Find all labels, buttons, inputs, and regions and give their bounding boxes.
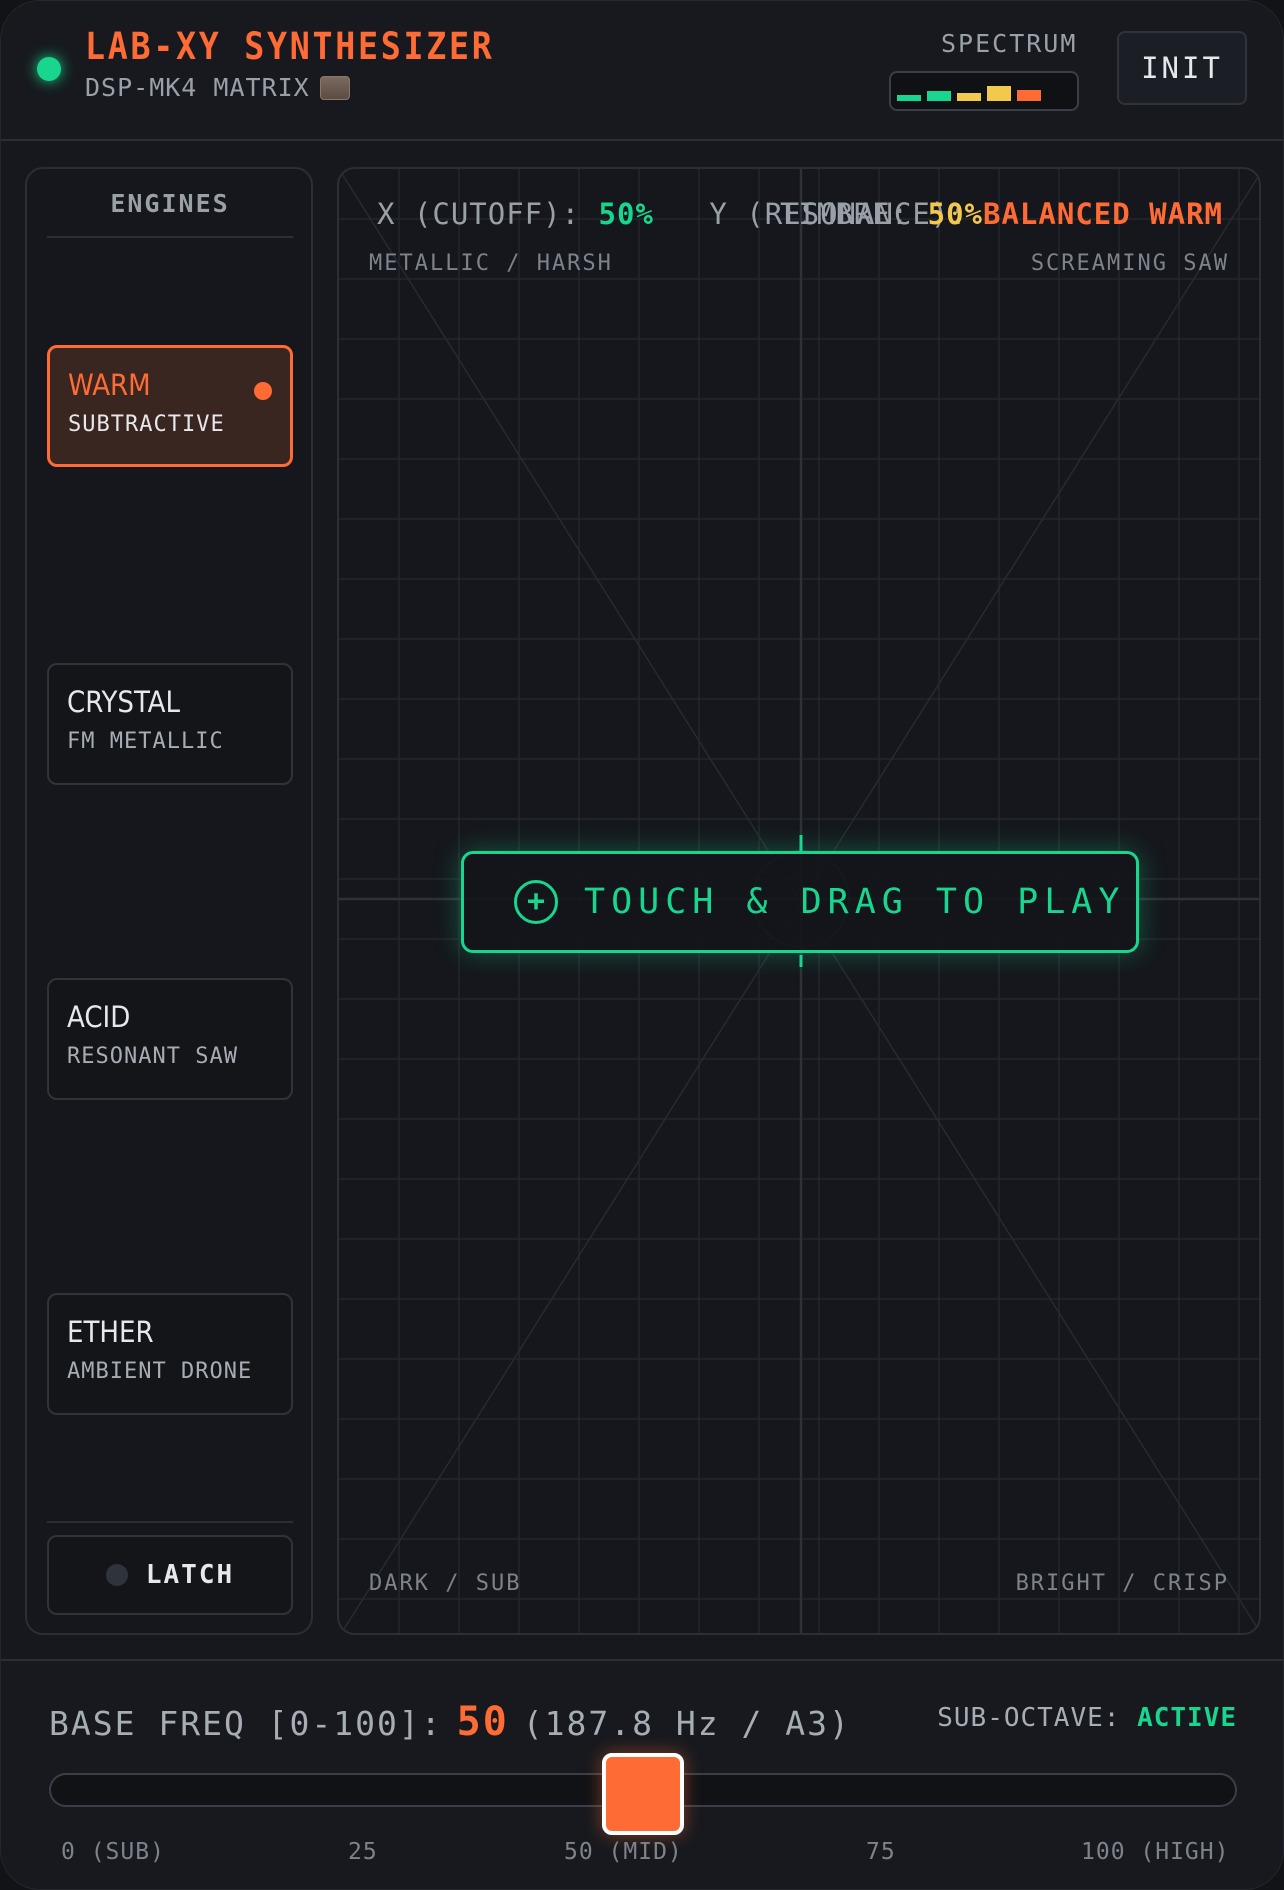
corner-bottom-right: BRIGHT / CRISP	[1015, 1571, 1229, 1596]
sub-octave-status: SUB-OCTAVE: ACTIVE	[937, 1703, 1237, 1733]
tick-label: 75	[866, 1839, 896, 1865]
tick-label: 0 (SUB)	[61, 1839, 165, 1865]
power-indicator	[37, 57, 61, 81]
xy-pad[interactable]: X (CUTOFF): 50% Y (RESONANCE): TIMBRE: 5…	[337, 167, 1261, 1635]
spectrum-bar	[927, 91, 951, 101]
frequency-bar: BASE FREQ [0-100]: 50 (187.8 Hz / A3) SUB-…	[1, 1659, 1283, 1889]
spectrum-bar	[897, 95, 921, 101]
app-title: LAB-XY SYNTHESIZER	[85, 25, 495, 68]
x-value: 50%	[598, 197, 654, 231]
spectrum-bar	[957, 93, 981, 101]
corner-top-right: SCREAMING SAW	[1030, 251, 1229, 276]
engine-subtitle: FM METALLIC	[67, 729, 224, 754]
engine-acid[interactable]: ACID RESONANT SAW	[47, 978, 293, 1100]
active-dot-icon	[254, 382, 272, 400]
latch-label: LATCH	[145, 1560, 235, 1590]
sub-octave-value: ACTIVE	[1137, 1703, 1237, 1733]
spectrum-label: SPECTRUM	[941, 29, 1078, 58]
engine-subtitle: RESONANT SAW	[67, 1044, 238, 1069]
x-label: X (CUTOFF):	[377, 197, 581, 231]
app-subtitle: DSP-MK4 MATRIX	[85, 73, 350, 102]
timbre-label: TIMBRE:	[779, 197, 910, 231]
engine-subtitle: AMBIENT DRONE	[67, 1359, 253, 1384]
sub-octave-label: SUB-OCTAVE:	[937, 1703, 1121, 1733]
corner-top-left: METALLIC / HARSH	[369, 251, 613, 276]
engine-name: WARM	[68, 368, 151, 402]
subtitle-text: DSP-MK4 MATRIX	[85, 73, 310, 102]
touch-label: TOUCH & DRAG TO PLAY	[584, 882, 1126, 922]
tick-label: 25	[348, 1839, 378, 1865]
freq-label: BASE FREQ [0-100]:	[49, 1704, 443, 1743]
timbre-value: BALANCED WARM	[983, 197, 1223, 231]
corner-bottom-left: DARK / SUB	[369, 1571, 522, 1596]
engine-name: ACID	[67, 1000, 131, 1034]
engine-ether[interactable]: ETHER AMBIENT DRONE	[47, 1293, 293, 1415]
chip-icon	[319, 76, 350, 100]
engines-title: ENGINES	[47, 189, 293, 238]
engine-warm[interactable]: WARM SUBTRACTIVE	[47, 345, 293, 467]
engines-panel: ENGINES WARM SUBTRACTIVE CRYSTAL FM META…	[25, 167, 313, 1635]
engine-name: CRYSTAL	[67, 685, 181, 719]
engine-crystal[interactable]: CRYSTAL FM METALLIC	[47, 663, 293, 785]
freq-detail: (187.8 Hz / A3)	[522, 1704, 851, 1743]
touch-to-play-button[interactable]: + TOUCH & DRAG TO PLAY	[461, 851, 1139, 953]
divider	[47, 1521, 293, 1523]
base-freq-readout: BASE FREQ [0-100]: 50 (187.8 Hz / A3)	[49, 1699, 851, 1745]
tick-label: 100 (HIGH)	[1081, 1839, 1230, 1865]
tick-label: 50 (MID)	[564, 1839, 683, 1865]
engine-name: ETHER	[67, 1315, 154, 1349]
timbre-readout: TIMBRE: 50%BALANCED WARM	[780, 197, 1223, 231]
latch-indicator-icon	[105, 1564, 128, 1586]
spectrum-meter	[889, 71, 1079, 111]
y-value: 50%	[927, 197, 984, 231]
init-button[interactable]: INIT	[1117, 31, 1247, 105]
engine-subtitle: SUBTRACTIVE	[68, 412, 225, 437]
spectrum-bar	[1017, 90, 1041, 101]
latch-button[interactable]: LATCH	[47, 1535, 293, 1615]
header: LAB-XY SYNTHESIZER DSP-MK4 MATRIX SPECTR…	[1, 1, 1283, 141]
synth-app: LAB-XY SYNTHESIZER DSP-MK4 MATRIX SPECTR…	[0, 0, 1284, 1890]
freq-value: 50	[456, 1699, 509, 1745]
plus-circle-icon: +	[514, 880, 558, 924]
freq-slider-thumb[interactable]	[602, 1753, 684, 1835]
spectrum-bar	[987, 86, 1011, 101]
